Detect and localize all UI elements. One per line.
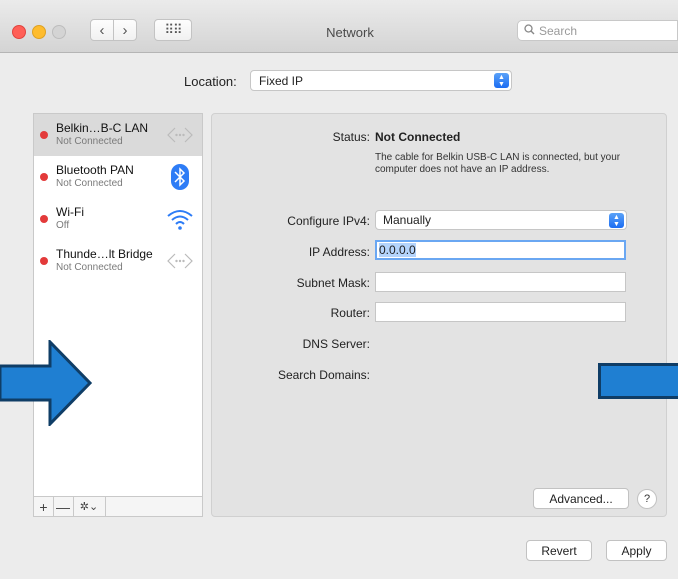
zoom-window-button[interactable] (52, 25, 66, 39)
configure-ipv4-value: Manually (383, 213, 432, 227)
status-label: Status: (332, 130, 370, 144)
service-item-bluetooth-pan[interactable]: Bluetooth PAN Not Connected (34, 156, 202, 198)
add-service-button[interactable]: + (34, 497, 54, 516)
search-icon (524, 23, 535, 38)
back-button[interactable]: ‹ (90, 19, 114, 41)
title-bar: ‹ › ⠿⠿ Network Search (0, 0, 678, 53)
status-value: Not Connected (375, 130, 461, 144)
configure-ipv4-label: Configure IPv4: (287, 214, 370, 228)
configure-ipv4-select[interactable]: Manually ▲ ▼ (375, 210, 627, 230)
ethernet-icon (167, 253, 193, 269)
advanced-button[interactable]: Advanced... (533, 488, 629, 509)
ethernet-icon (167, 127, 193, 143)
help-button[interactable]: ? (637, 489, 657, 509)
annotation-arrow-tail (598, 363, 678, 399)
chevron-right-icon: › (122, 21, 128, 39)
service-name: Wi-Fi (56, 205, 84, 219)
ip-address-field[interactable]: 0.0.0.0 (375, 240, 626, 260)
service-list-toolbar: + — ✲⌄ (33, 497, 203, 517)
bluetooth-icon (171, 164, 189, 190)
status-dot (40, 257, 48, 265)
service-name: Bluetooth PAN (56, 163, 134, 177)
location-label: Location: (184, 74, 237, 89)
popup-stepper-icon: ▲ ▼ (609, 213, 624, 228)
status-description: The cable for Belkin USB-C LAN is connec… (375, 152, 621, 175)
popup-stepper-icon: ▲ ▼ (494, 73, 509, 88)
subnet-mask-label: Subnet Mask: (296, 276, 370, 290)
service-status: Not Connected (56, 178, 123, 189)
service-item-belkin-lan[interactable]: Belkin…B-C LAN Not Connected (34, 114, 202, 156)
router-field[interactable] (375, 302, 626, 322)
status-dot (40, 215, 48, 223)
show-all-button[interactable]: ⠿⠿ (154, 19, 192, 41)
annotation-arrow-icon (0, 340, 92, 426)
status-dot (40, 131, 48, 139)
search-placeholder: Search (539, 23, 578, 38)
service-status: Not Connected (56, 136, 123, 147)
revert-button[interactable]: Revert (526, 540, 592, 561)
remove-service-button[interactable]: — (53, 497, 74, 516)
service-status: Not Connected (56, 262, 123, 273)
close-window-button[interactable] (12, 25, 26, 39)
search-domains-label: Search Domains: (277, 368, 370, 382)
service-item-thunderbolt-bridge[interactable]: Thunde…lt Bridge Not Connected (34, 240, 202, 282)
dns-server-label: DNS Server: (302, 337, 370, 351)
wifi-icon (167, 210, 193, 230)
service-name: Belkin…B-C LAN (56, 121, 149, 135)
service-item-wifi[interactable]: Wi-Fi Off (34, 198, 202, 240)
chevron-left-icon: ‹ (99, 21, 105, 39)
apply-button[interactable]: Apply (606, 540, 667, 561)
ip-address-value: 0.0.0.0 (379, 243, 416, 257)
forward-button[interactable]: › (113, 19, 137, 41)
ip-address-label: IP Address: (308, 245, 370, 259)
search-input[interactable]: Search (517, 20, 678, 41)
location-select[interactable]: Fixed IP ▲ ▼ (250, 70, 512, 91)
router-label: Router: (330, 306, 370, 320)
subnet-mask-field[interactable] (375, 272, 626, 292)
service-name: Thunde…lt Bridge (56, 247, 153, 261)
window-title: Network (326, 25, 374, 40)
service-status: Off (56, 220, 70, 231)
grid-icon: ⠿⠿ (164, 22, 182, 37)
location-value: Fixed IP (259, 73, 304, 88)
service-list: Belkin…B-C LAN Not Connected Bluetooth P… (33, 113, 203, 497)
status-dot (40, 173, 48, 181)
minimize-window-button[interactable] (32, 25, 46, 39)
action-menu-button[interactable]: ✲⌄ (73, 497, 106, 516)
